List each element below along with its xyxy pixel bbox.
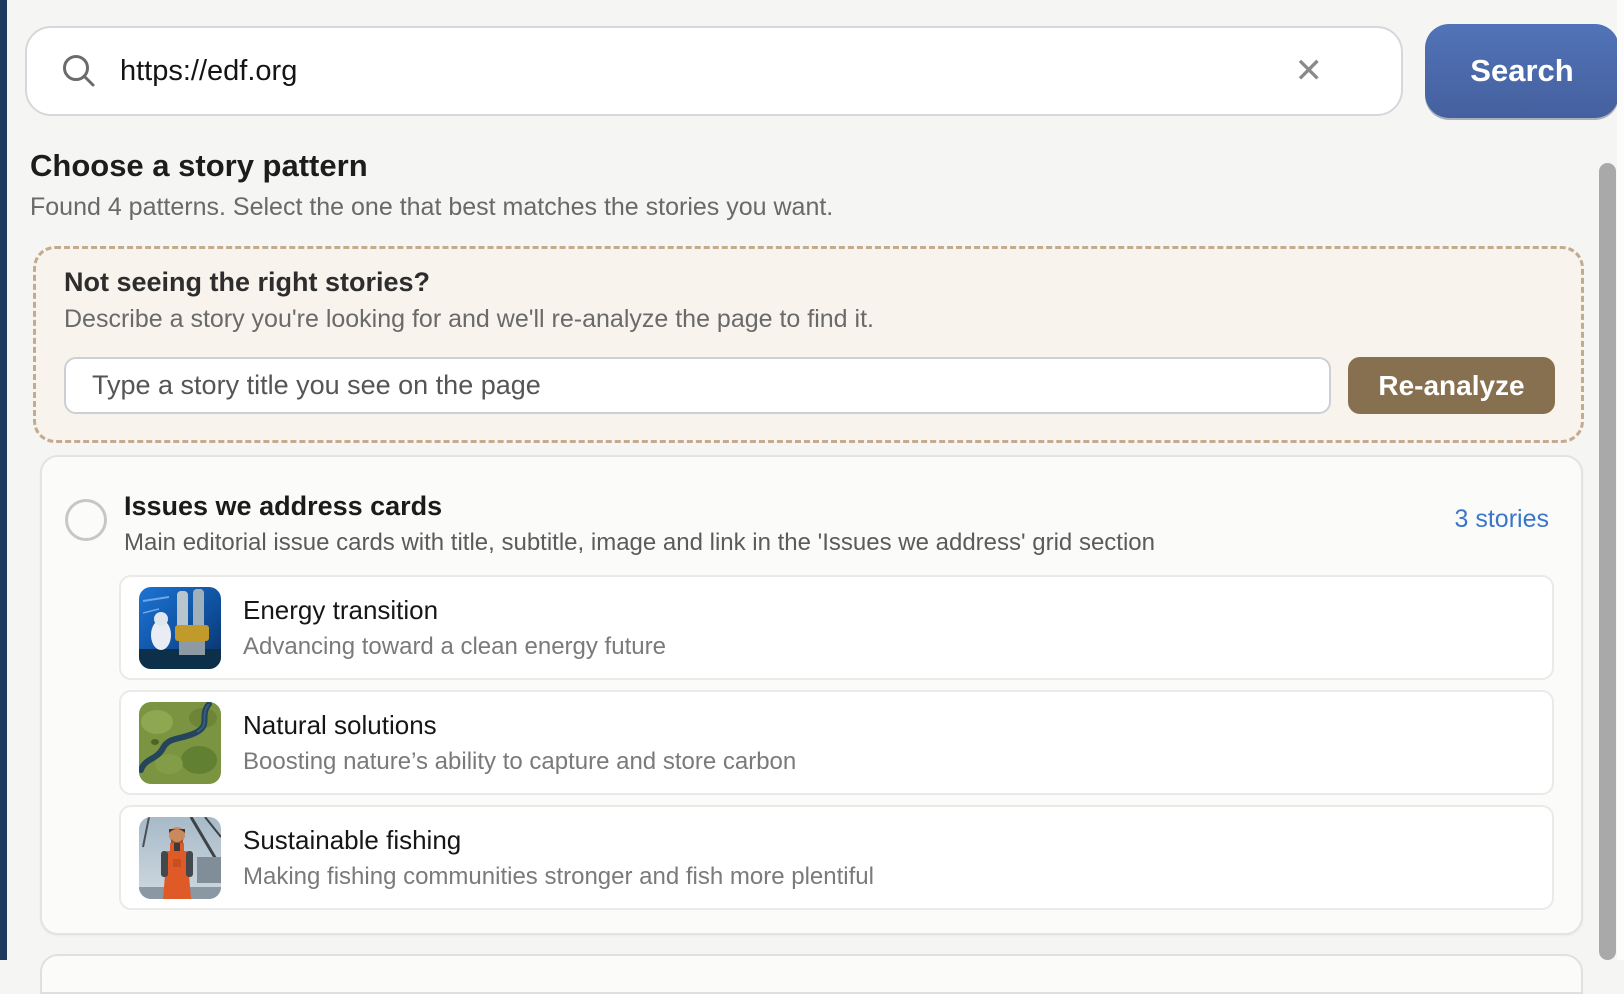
page-subtitle: Found 4 patterns. Select the one that be… [30, 193, 833, 222]
story-thumbnail-sustainable-fishing [139, 817, 221, 899]
clear-icon[interactable]: ✕ [1295, 54, 1324, 88]
pattern-title: Issues we address cards [124, 491, 442, 522]
story-row-natural-solutions[interactable]: Natural solutions Boosting nature’s abil… [119, 690, 1554, 795]
scrollbar-track [1617, 0, 1624, 960]
story-row-sustainable-fishing[interactable]: Sustainable fishing Making fishing commu… [119, 805, 1554, 910]
url-input[interactable] [120, 41, 1295, 101]
pattern-description: Main editorial issue cards with title, s… [124, 529, 1155, 557]
story-title: Sustainable fishing [243, 825, 874, 856]
search-button[interactable]: Search [1425, 24, 1619, 118]
story-list: Energy transition Advancing toward a cle… [119, 575, 1554, 910]
refine-title: Not seeing the right stories? [64, 267, 430, 298]
story-subtitle: Boosting nature’s ability to capture and… [243, 748, 796, 776]
window-edge [0, 0, 7, 960]
next-pattern-card-partial[interactable] [40, 954, 1583, 994]
reanalyze-button[interactable]: Re-analyze [1348, 357, 1555, 414]
pattern-radio[interactable] [65, 499, 107, 541]
search-icon [60, 52, 98, 90]
story-thumbnail-energy-transition [139, 587, 221, 669]
scrollbar-thumb[interactable] [1599, 163, 1616, 960]
story-subtitle: Advancing toward a clean energy future [243, 633, 666, 661]
story-subtitle: Making fishing communities stronger and … [243, 863, 874, 891]
story-title-input[interactable] [64, 357, 1331, 414]
url-search-bar[interactable]: ✕ [25, 26, 1403, 116]
story-thumbnail-natural-solutions [139, 702, 221, 784]
story-title: Natural solutions [243, 710, 796, 741]
refine-description: Describe a story you're looking for and … [64, 305, 874, 334]
story-row-energy-transition[interactable]: Energy transition Advancing toward a cle… [119, 575, 1554, 680]
refine-panel: Not seeing the right stories? Describe a… [33, 246, 1584, 443]
page-title: Choose a story pattern [30, 148, 368, 184]
story-title: Energy transition [243, 595, 666, 626]
stories-count-link[interactable]: 3 stories [1455, 505, 1549, 534]
pattern-card-issues-we-address[interactable]: Issues we address cards Main editorial i… [40, 455, 1583, 935]
